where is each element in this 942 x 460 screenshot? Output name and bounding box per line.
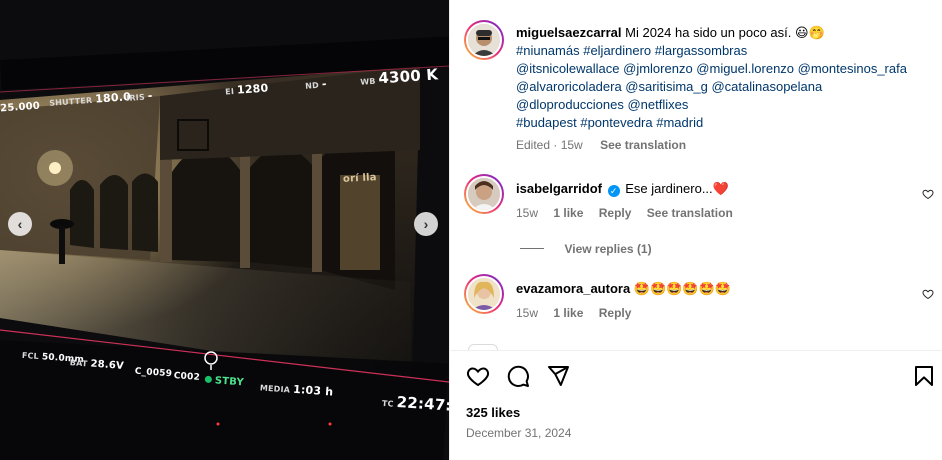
edited-label: Edited — [516, 138, 551, 152]
like-heart-icon[interactable] — [466, 364, 490, 388]
author-avatar-image — [468, 24, 500, 56]
caption-line: miguelsaezcarral Mi 2024 ha sido un poco… — [516, 24, 936, 42]
caption-emoji: 😃🤭 — [795, 25, 825, 40]
caption-meta: Edited · 15w See translation — [516, 138, 687, 152]
comment-age[interactable]: 15w — [516, 306, 538, 320]
comment-avatar-evazamora_autora[interactable] — [464, 274, 504, 314]
chevron-left-icon: ‹ — [17, 216, 23, 232]
mentions-line-4[interactable]: @dloproducciones @netflixes — [516, 96, 936, 114]
post-age[interactable]: 15w — [561, 138, 583, 152]
comment-age[interactable]: 15w — [516, 206, 538, 220]
view-replies-link[interactable]: View replies (1) — [564, 242, 651, 256]
save-bookmark-icon[interactable] — [912, 364, 936, 388]
comment-bubble-icon[interactable] — [506, 364, 530, 388]
comment-username[interactable]: evazamora_autora — [516, 281, 630, 296]
comment-likes[interactable]: 1 like — [553, 306, 583, 320]
comment-emoji: 🤩🤩🤩🤩🤩🤩 — [633, 281, 731, 296]
mentions-line-3[interactable]: @alvaroricoladera @saritisima_g @catalin… — [516, 78, 936, 96]
likes-count[interactable]: 325 likes — [466, 405, 520, 420]
comment-text: Ese jardinero... — [625, 181, 713, 196]
chevron-right-icon: › — [423, 216, 429, 232]
status-readout: STBY — [204, 368, 244, 390]
commenter-avatar-image — [468, 278, 500, 310]
like-comment-heart-icon[interactable] — [922, 288, 934, 300]
ei-readout: EI 1280 — [224, 81, 269, 97]
author-username[interactable]: miguelsaezcarral — [516, 25, 622, 40]
view-replies[interactable]: View replies (1) — [520, 240, 652, 258]
status-dot-icon — [204, 375, 213, 384]
nd-readout: ND - — [304, 77, 328, 91]
carousel-prev-button[interactable]: ‹ — [8, 212, 32, 236]
comment-avatar-isabelgarridof[interactable] — [464, 174, 504, 214]
comment-likes[interactable]: 1 like — [553, 206, 583, 220]
post-media[interactable]: 25.000 SHUTTER 180.0 IRIS - EI 1280 ND - WB 4… — [0, 0, 449, 460]
see-translation-link[interactable]: See translation — [600, 138, 686, 152]
post-date[interactable]: December 31, 2024 — [466, 426, 571, 440]
like-comment-heart-icon[interactable] — [922, 188, 934, 200]
commenter-avatar-image — [468, 178, 500, 210]
comment-meta: 15w 1 like Reply See translation — [516, 206, 916, 220]
mentions-line-2[interactable]: @itsnicolewallace @jmlorenzo @miguel.lor… — [516, 60, 936, 78]
replies-line — [520, 248, 544, 250]
clip-readout: C_0059 — [134, 366, 173, 380]
carousel-next-button[interactable]: › — [414, 212, 438, 236]
battery-readout: BAT 28.6V — [69, 358, 125, 372]
author-avatar[interactable] — [464, 20, 504, 60]
share-send-icon[interactable] — [546, 364, 570, 388]
comment-username[interactable]: isabelgarridof — [516, 181, 602, 196]
fps-readout: 25.000 — [0, 100, 41, 115]
caption: miguelsaezcarral Mi 2024 ha sido un poco… — [516, 24, 936, 152]
verified-badge-icon: ✓ — [607, 185, 620, 197]
reply-button[interactable]: Reply — [599, 306, 632, 320]
hashtags-line-1[interactable]: #niunamás #eljardinero #largassombras — [516, 42, 936, 60]
iris-readout: IRIS - — [125, 89, 154, 103]
camera-id: C002 — [173, 371, 201, 383]
comment-emoji: ❤️ — [712, 181, 729, 196]
comment-2: evazamora_autora 🤩🤩🤩🤩🤩🤩 15w 1 like Reply — [516, 280, 916, 320]
caption-text: Mi 2024 ha sido un poco así. — [625, 25, 792, 40]
comment-meta: 15w 1 like Reply — [516, 306, 916, 320]
shop-sign: orí lla — [342, 172, 377, 185]
actions-divider — [450, 350, 942, 351]
post-panel: miguelsaezcarral Mi 2024 ha sido un poco… — [449, 0, 942, 460]
see-translation-link[interactable]: See translation — [647, 206, 733, 220]
comment-1: isabelgarridof ✓ Ese jardinero...❤️ 15w … — [516, 180, 916, 220]
hashtags-line-5[interactable]: #budapest #pontevedra #madrid — [516, 114, 936, 132]
reply-button[interactable]: Reply — [599, 206, 632, 220]
